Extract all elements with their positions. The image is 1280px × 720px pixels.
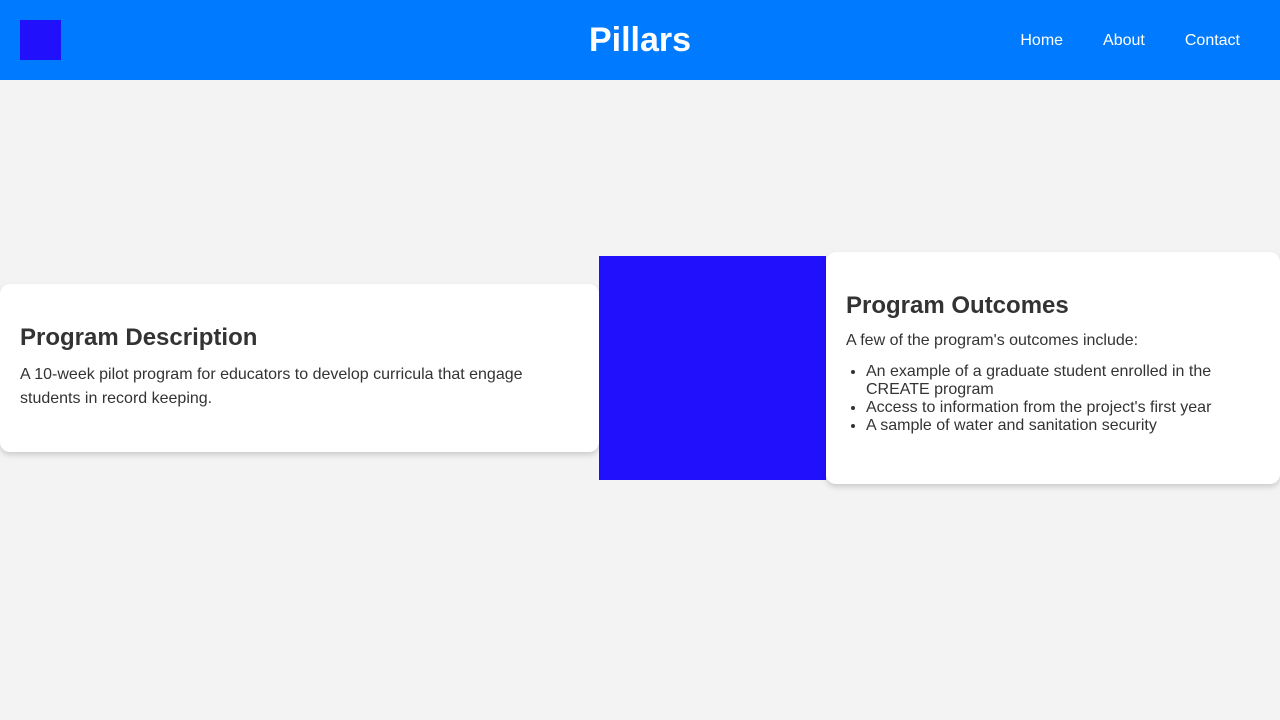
program-outcomes-card: Program Outcomes A few of the program's … — [826, 252, 1280, 484]
outcomes-list: An example of a graduate student enrolle… — [846, 363, 1260, 435]
main-nav: Home About Contact — [1000, 0, 1260, 80]
program-description-heading: Program Description — [20, 324, 258, 351]
program-description-text: A 10-week pilot program for educators to… — [20, 366, 523, 407]
list-item: Access to information from the project's… — [866, 399, 1260, 417]
program-outcomes-intro: A few of the program's outcomes include: — [846, 332, 1139, 349]
nav-link-about[interactable]: About — [1083, 21, 1165, 60]
site-header: Pillars Home About Contact — [0, 0, 1280, 80]
nav-link-home[interactable]: Home — [1000, 21, 1083, 60]
program-outcomes-heading: Program Outcomes — [846, 292, 1069, 319]
nav-link-contact[interactable]: Contact — [1165, 21, 1260, 60]
list-item: An example of a graduate student enrolle… — [866, 363, 1260, 399]
program-description-card: Program Description A 10-week pilot prog… — [0, 284, 599, 452]
list-item: A sample of water and sanitation securit… — [866, 417, 1260, 435]
main-content: Program Description A 10-week pilot prog… — [0, 80, 1280, 720]
program-image — [599, 256, 826, 480]
logo[interactable] — [20, 20, 61, 60]
